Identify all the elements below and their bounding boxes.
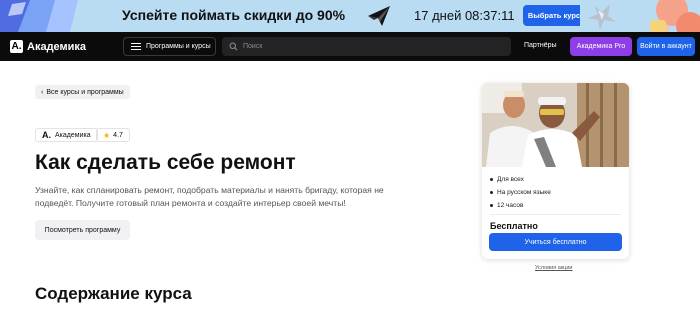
rating-value: 4.7 (113, 131, 123, 139)
promo-decoration-left (0, 0, 100, 32)
back-to-courses-link[interactable]: ‹ Все курсы и программы (35, 85, 130, 99)
provider-badge[interactable]: A. Академика (35, 128, 98, 142)
view-program-button[interactable]: Посмотреть программу (35, 220, 130, 240)
enroll-free-button[interactable]: Учиться бесплатно (489, 233, 622, 251)
search-bar[interactable] (222, 37, 511, 56)
card-divider (490, 214, 621, 215)
course-features: Для всех На русском языке 12 часов (490, 173, 551, 212)
programs-menu-button[interactable]: Программы и курсы (123, 37, 216, 56)
back-link-label: Все курсы и программы (46, 88, 124, 96)
login-button[interactable]: Войти в аккаунт (637, 37, 695, 56)
page-title: Как сделать себе ремонт (35, 151, 296, 174)
search-input[interactable] (243, 43, 483, 50)
logo-text: Академика (27, 40, 87, 53)
feature-audience: Для всех (490, 173, 551, 186)
course-description: Узнайте, как спланировать ремонт, подобр… (35, 185, 384, 208)
logo-mark: A. (10, 40, 23, 53)
chevron-left-icon: ‹ (41, 88, 44, 96)
course-photo (482, 83, 629, 167)
rating-badge: ★ 4.7 (96, 128, 130, 142)
feature-duration: 12 часов (490, 199, 551, 212)
choose-course-button[interactable]: Выбрать курс (523, 5, 585, 26)
course-card: Для всех На русском языке 12 часов Беспл… (482, 83, 629, 259)
promo-decoration-right (580, 0, 700, 32)
provider-name: Академика (55, 131, 91, 139)
top-navigation: A. Академика Программы и курсы Партнёры … (0, 32, 700, 61)
partners-link[interactable]: Партнёры (524, 42, 557, 49)
promo-text: Успейте поймать скидки до 90% (122, 7, 346, 23)
search-icon (229, 42, 238, 51)
paper-plane-icon (368, 6, 390, 26)
academica-pro-button[interactable]: Академика Pro (570, 37, 632, 56)
promo-banner: Успейте поймать скидки до 90% 17 дней 08… (0, 0, 700, 32)
promo-terms-link[interactable]: Условия акции (535, 265, 572, 271)
course-price: Бесплатно (490, 221, 538, 231)
logo[interactable]: A. Академика (10, 40, 86, 53)
provider-logo: A. (42, 130, 51, 140)
menu-icon (131, 43, 141, 50)
feature-language: На русском языке (490, 186, 551, 199)
programs-menu-label: Программы и курсы (146, 43, 211, 50)
promo-timer: 17 дней 08:37:11 (414, 8, 515, 23)
course-content-heading: Содержание курса (35, 284, 192, 303)
star-icon: ★ (103, 130, 111, 140)
